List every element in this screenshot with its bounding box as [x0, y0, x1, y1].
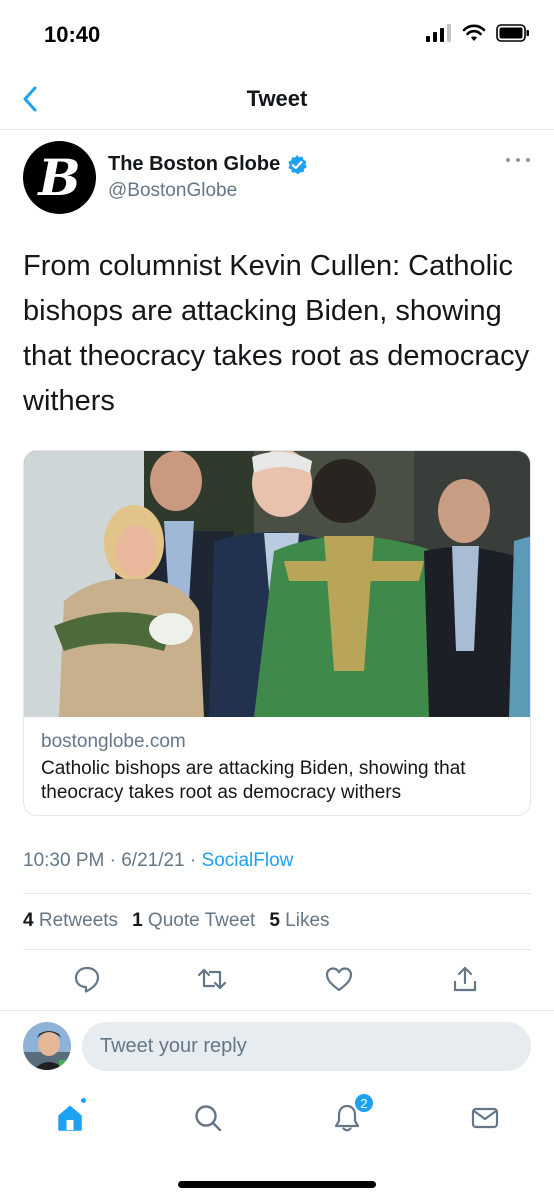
status-time: 10:40 — [44, 22, 101, 47]
author-name[interactable]: The Boston Globe — [108, 153, 280, 176]
tab-search[interactable] — [188, 1098, 228, 1138]
card-title: Catholic bishops are attacking Biden, sh… — [41, 758, 466, 803]
meta-separator: · — [189, 850, 197, 871]
tab-bar: 2 — [0, 1090, 554, 1150]
tweet-actions — [0, 962, 554, 1002]
retweets-count: 4 — [23, 910, 34, 931]
like-icon — [325, 967, 353, 992]
share-button[interactable] — [448, 962, 482, 996]
status-bar: 10:40 — [0, 0, 554, 70]
likes-label: Likes — [285, 910, 330, 931]
like-button[interactable] — [322, 962, 356, 996]
meta-separator: · — [109, 850, 116, 871]
nav-bar: Tweet — [0, 72, 554, 130]
author-avatar[interactable]: B — [23, 141, 96, 214]
quotes-stat[interactable]: 1 Quote Tweet — [132, 910, 255, 932]
more-dot — [506, 158, 510, 162]
card-domain: bostonglobe.com — [41, 731, 186, 752]
card-photo — [24, 451, 530, 717]
reply-input[interactable] — [82, 1022, 531, 1071]
divider — [23, 893, 531, 894]
tweet-date: 6/21/21 — [121, 850, 185, 871]
verified-badge-icon — [288, 154, 308, 174]
retweet-button[interactable] — [195, 962, 229, 996]
tweet-meta: 10:30 PM · 6/21/21 · SocialFlow — [23, 850, 293, 872]
author-handle[interactable]: @BostonGlobe — [108, 180, 237, 202]
likes-count: 5 — [269, 910, 280, 931]
wifi-icon — [462, 24, 486, 41]
reply-button[interactable] — [70, 962, 104, 996]
user-avatar-image — [23, 1022, 71, 1070]
home-icon — [58, 1105, 82, 1131]
tweet-time: 10:30 PM — [23, 850, 105, 871]
author-name-row[interactable]: The Boston Globe — [108, 153, 308, 176]
retweets-stat[interactable]: 4 Retweets — [23, 910, 118, 932]
more-dot — [526, 158, 530, 162]
quotes-count: 1 — [132, 910, 143, 931]
more-dot — [516, 158, 520, 162]
search-icon — [195, 1105, 222, 1132]
retweets-label: Retweets — [38, 910, 119, 931]
likes-stat[interactable]: 5 Likes — [269, 910, 329, 932]
battery-icon — [496, 24, 529, 42]
link-card[interactable]: bostonglobe.com Catholic bishops are att… — [23, 450, 531, 816]
share-icon — [453, 966, 477, 992]
messages-icon — [471, 1107, 499, 1129]
tweet-source-link[interactable]: SocialFlow — [202, 850, 294, 871]
tab-messages[interactable] — [465, 1098, 505, 1138]
retweet-icon — [197, 968, 227, 990]
page-title: Tweet — [246, 86, 308, 111]
status-icons — [426, 24, 530, 42]
user-avatar[interactable] — [23, 1022, 71, 1070]
quotes-label: Quote Tweet — [147, 910, 256, 931]
reply-icon — [74, 966, 100, 993]
signal-icon — [426, 24, 451, 42]
avatar-logo-letter: B — [38, 147, 81, 207]
notifications-badge: 2 — [353, 1092, 375, 1114]
tweet-text: From columnist Kevin Cullen: Catholic bi… — [23, 250, 530, 417]
tab-home[interactable] — [50, 1096, 90, 1138]
home-indicator — [178, 1181, 376, 1188]
more-options-button[interactable] — [506, 152, 530, 168]
tab-notifications[interactable]: 2 — [327, 1092, 375, 1138]
divider — [23, 949, 531, 950]
engagement-stats: 4 Retweets 1 Quote Tweet 5 Likes — [23, 910, 330, 932]
divider — [0, 1010, 554, 1011]
home-new-dot — [79, 1096, 88, 1105]
